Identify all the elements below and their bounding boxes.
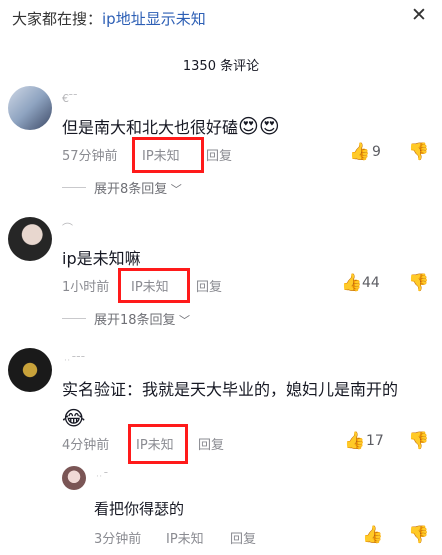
comment-text: ip是未知嘛 (62, 245, 141, 269)
reply-button[interactable]: 回复 (206, 145, 232, 164)
expand-replies-label: 展开18条回复 (94, 313, 176, 328)
comment-text: 但是南大和北大也很好磕😍😍 (62, 114, 280, 138)
comment-time: 4分钟前 (62, 438, 110, 453)
like-icon[interactable]: 👍 (349, 142, 370, 162)
dislike-icon[interactable]: 👎 (408, 525, 429, 545)
search-suggestion-link[interactable]: ip地址显示未知 (102, 10, 206, 28)
dislike-icon[interactable]: 👎 (408, 431, 429, 451)
search-suggestion-prefix: 大家都在搜： (12, 10, 103, 28)
expand-replies-button[interactable]: 展开18条回复 ﹀ (94, 309, 190, 328)
emoji: 😍😍 (238, 114, 280, 138)
reply-button[interactable]: 回复 (198, 434, 224, 453)
divider (62, 187, 86, 188)
emoji: 😂 (62, 406, 86, 430)
comment-text: 实名验证：我就是天大毕业的，媳妇儿是南开的 😂 (62, 376, 432, 430)
chevron-down-icon: ﹀ (167, 183, 182, 196)
comment-body: 但是南大和北大也很好磕 (62, 118, 239, 137)
reply-button[interactable]: 回复 (196, 276, 222, 295)
close-icon[interactable]: ✕ (408, 4, 430, 26)
dislike-icon[interactable]: 👎 (408, 273, 429, 293)
comment-time: 57分钟前 (62, 149, 118, 164)
comment-body: 实名验证：我就是天大毕业的，媳妇儿是南开的 (62, 380, 399, 399)
like-icon[interactable]: 👍 (344, 431, 365, 451)
ip-location: IP未知 (166, 532, 204, 547)
avatar[interactable] (62, 466, 86, 490)
like-count: 44 (362, 275, 380, 291)
like-icon[interactable]: 👍 (341, 273, 362, 293)
like-count: 9 (372, 144, 381, 160)
highlight-box (118, 268, 190, 303)
comment-count: 1350 条评论 (182, 59, 260, 74)
like-icon[interactable]: 👍 (362, 525, 383, 545)
avatar[interactable] (8, 217, 52, 261)
expand-replies-label: 展开8条回复 (94, 182, 168, 197)
comment-time: 3分钟前 (94, 532, 142, 547)
search-suggestion[interactable]: 大家都在搜：ip地址显示未知 (12, 8, 206, 29)
chevron-down-icon: ﹀ (175, 314, 191, 327)
highlight-box (132, 137, 204, 173)
highlight-box (128, 424, 188, 464)
comment-body: ip是未知嘛 (62, 249, 141, 268)
username[interactable]: ᆢ ̄ ̄ ̄ (62, 352, 87, 368)
username[interactable]: € ̄ ̄ (62, 92, 79, 105)
reply-button[interactable]: 回复 (230, 528, 256, 547)
reply-text: 看把你得瑟的 (94, 500, 185, 518)
avatar[interactable] (8, 348, 52, 392)
like-count: 17 (366, 433, 384, 449)
expand-replies-button[interactable]: 展开8条回复 ﹀ (94, 178, 182, 197)
avatar[interactable] (8, 86, 52, 130)
comment-time: 1小时前 (62, 280, 110, 295)
username[interactable]: ᆢ ̄ (94, 468, 110, 484)
username[interactable]: ⌒ (62, 220, 74, 236)
divider (62, 318, 86, 319)
dislike-icon[interactable]: 👎 (408, 142, 429, 162)
